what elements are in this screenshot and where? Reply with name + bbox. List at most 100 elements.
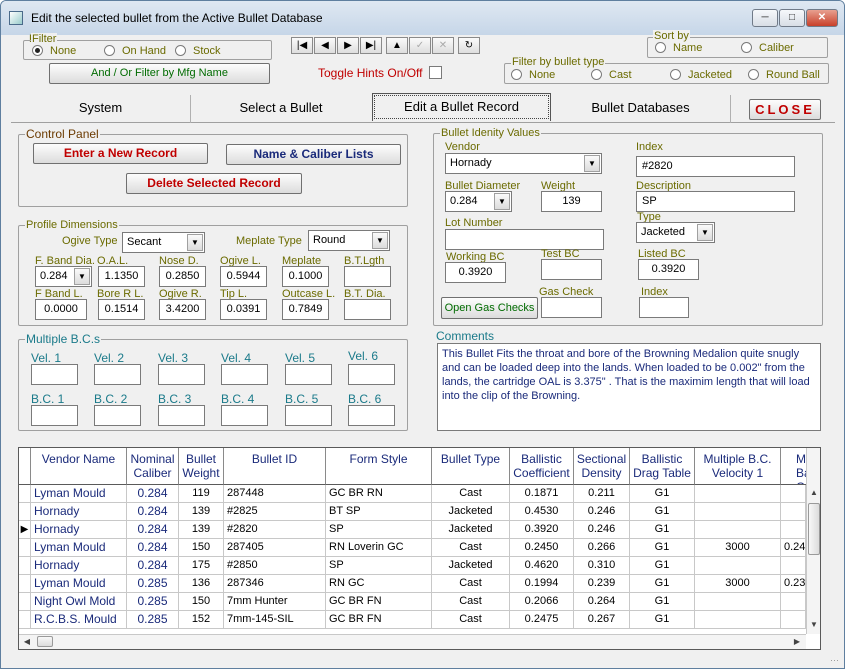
table-row[interactable]: Lyman Mould 0.285 136 287346 RN GC Cast 0.1994… xyxy=(19,575,806,593)
cell-drag-table[interactable]: G1 xyxy=(630,557,695,575)
cell-sd[interactable]: 0.267 xyxy=(574,611,630,629)
cell-bc[interactable]: 0.2066 xyxy=(510,593,574,611)
bc-3-field[interactable] xyxy=(158,405,205,426)
cell-mbc-bc1[interactable]: 0.24 xyxy=(781,539,806,557)
cell-sd[interactable]: 0.211 xyxy=(574,485,630,503)
ogive-type-select[interactable]: Secant ▼ xyxy=(122,232,205,253)
gas-check-index-field[interactable] xyxy=(639,297,689,318)
cell-vendor[interactable]: Lyman Mould xyxy=(31,539,127,557)
cell-mbc-vel1[interactable] xyxy=(695,611,781,629)
cell-bullet-type[interactable]: Cast xyxy=(432,611,510,629)
cell-mbc-bc1[interactable] xyxy=(781,611,806,629)
insert-record-icon[interactable]: ▲ xyxy=(386,37,408,54)
comments-textarea[interactable]: This Bullet Fits the throat and bore of … xyxy=(437,343,821,431)
cell-bullet-id[interactable]: #2825 xyxy=(224,503,326,521)
type-roundball-radio[interactable]: Round Ball xyxy=(748,69,820,82)
oal-field[interactable]: 1.1350 xyxy=(98,266,145,287)
horizontal-scroll-thumb[interactable] xyxy=(37,636,53,647)
header-mbc-vel1[interactable]: Multiple B.C. Velocity 1 xyxy=(695,448,781,485)
cell-form-style[interactable]: RN Loverin GC xyxy=(326,539,432,557)
ogive-l-field[interactable]: 0.5944 xyxy=(220,266,267,287)
cell-bullet-type[interactable]: Jacketed xyxy=(432,503,510,521)
index-field[interactable]: #2820 xyxy=(636,156,795,177)
table-row[interactable]: Lyman Mould 0.284 119 287448 GC BR RN Cast 0.1… xyxy=(19,485,806,503)
close-icon[interactable]: ✕ xyxy=(806,9,838,27)
type-cast-radio[interactable]: Cast xyxy=(591,69,632,82)
lot-number-field[interactable] xyxy=(445,229,604,250)
row-indicator[interactable] xyxy=(19,593,31,611)
header-caliber[interactable]: Nominal Caliber xyxy=(127,448,179,485)
cell-mbc-vel1[interactable] xyxy=(695,521,781,539)
cell-sd[interactable]: 0.246 xyxy=(574,503,630,521)
cell-drag-table[interactable]: G1 xyxy=(630,611,695,629)
cell-bc[interactable]: 0.2475 xyxy=(510,611,574,629)
sort-name-radio[interactable]: Name xyxy=(655,42,702,55)
cell-sd[interactable]: 0.310 xyxy=(574,557,630,575)
cell-bullet-id[interactable]: #2850 xyxy=(224,557,326,575)
type-select[interactable]: Jacketed ▼ xyxy=(636,222,715,243)
row-indicator[interactable] xyxy=(19,611,31,629)
cell-mbc-bc1[interactable] xyxy=(781,521,806,539)
test-bc-field[interactable] xyxy=(541,259,602,280)
chevron-down-icon[interactable]: ▼ xyxy=(697,224,713,241)
minimize-icon[interactable]: ─ xyxy=(752,9,778,27)
cell-mbc-vel1[interactable] xyxy=(695,485,781,503)
chevron-down-icon[interactable]: ▼ xyxy=(584,155,600,172)
cell-mbc-vel1[interactable] xyxy=(695,593,781,611)
cell-caliber[interactable]: 0.284 xyxy=(127,557,179,575)
tab-bullet-databases[interactable]: Bullet Databases xyxy=(553,93,728,123)
filter-none-radio[interactable]: None xyxy=(32,45,76,58)
bt-length-field[interactable] xyxy=(344,266,391,287)
cell-bullet-id[interactable]: 287448 xyxy=(224,485,326,503)
cell-sd[interactable]: 0.266 xyxy=(574,539,630,557)
row-indicator[interactable] xyxy=(19,575,31,593)
meplate-type-select[interactable]: Round ▼ xyxy=(308,230,390,251)
last-record-icon[interactable]: ▶| xyxy=(360,37,382,54)
cell-vendor[interactable]: Hornady xyxy=(31,503,127,521)
cell-drag-table[interactable]: G1 xyxy=(630,503,695,521)
chevron-down-icon[interactable]: ▼ xyxy=(372,232,388,249)
prev-record-icon[interactable]: ◀ xyxy=(314,37,336,54)
diameter-select[interactable]: 0.284 ▼ xyxy=(445,191,512,212)
mfg-filter-button[interactable]: And / Or Filter by Mfg Name xyxy=(49,63,270,84)
outcase-l-field[interactable]: 0.7849 xyxy=(282,299,329,320)
cell-vendor[interactable]: Lyman Mould xyxy=(31,485,127,503)
bc-5-field[interactable] xyxy=(285,405,332,426)
cell-weight[interactable]: 139 xyxy=(179,503,224,521)
cell-vendor[interactable]: Lyman Mould xyxy=(31,575,127,593)
cell-caliber[interactable]: 0.284 xyxy=(127,539,179,557)
toggle-hints-checkbox[interactable] xyxy=(429,66,442,79)
cell-drag-table[interactable]: G1 xyxy=(630,593,695,611)
cell-mbc-vel1[interactable] xyxy=(695,503,781,521)
tab-select-bullet[interactable]: Select a Bullet xyxy=(191,93,371,123)
scroll-up-icon[interactable]: ▲ xyxy=(808,486,820,500)
cell-caliber[interactable]: 0.284 xyxy=(127,485,179,503)
cell-mbc-bc1[interactable]: 0.23 xyxy=(781,575,806,593)
cell-mbc-bc1[interactable] xyxy=(781,557,806,575)
cell-bullet-id[interactable]: 7mm-145-SIL xyxy=(224,611,326,629)
horizontal-scrollbar[interactable]: ◀ ▶ xyxy=(19,634,806,649)
cell-vendor[interactable]: Hornady xyxy=(31,557,127,575)
cell-bullet-id[interactable]: 287346 xyxy=(224,575,326,593)
bore-r-l-field[interactable]: 0.1514 xyxy=(98,299,145,320)
cell-bullet-type[interactable]: Jacketed xyxy=(432,521,510,539)
cell-weight[interactable]: 150 xyxy=(179,593,224,611)
first-record-icon[interactable]: |◀ xyxy=(291,37,313,54)
cell-mbc-bc1[interactable] xyxy=(781,485,806,503)
chevron-down-icon[interactable]: ▼ xyxy=(494,193,510,210)
cell-bullet-type[interactable]: Jacketed xyxy=(432,557,510,575)
cell-mbc-vel1[interactable]: 3000 xyxy=(695,575,781,593)
maximize-icon[interactable]: □ xyxy=(779,9,805,27)
cell-bc[interactable]: 0.4620 xyxy=(510,557,574,575)
weight-field[interactable]: 139 xyxy=(541,191,602,212)
cell-bullet-type[interactable]: Cast xyxy=(432,593,510,611)
header-vendor[interactable]: Vendor Name xyxy=(31,448,127,485)
cell-mbc-vel1[interactable]: 3000 xyxy=(695,539,781,557)
bc-6-field[interactable] xyxy=(348,405,395,426)
tip-l-field[interactable]: 0.0391 xyxy=(220,299,267,320)
cell-form-style[interactable]: GC BR RN xyxy=(326,485,432,503)
tab-edit-record[interactable]: Edit a Bullet Record xyxy=(372,93,551,121)
scroll-left-icon[interactable]: ◀ xyxy=(21,635,33,648)
cell-bullet-id[interactable]: 7mm Hunter xyxy=(224,593,326,611)
cell-caliber[interactable]: 0.285 xyxy=(127,593,179,611)
